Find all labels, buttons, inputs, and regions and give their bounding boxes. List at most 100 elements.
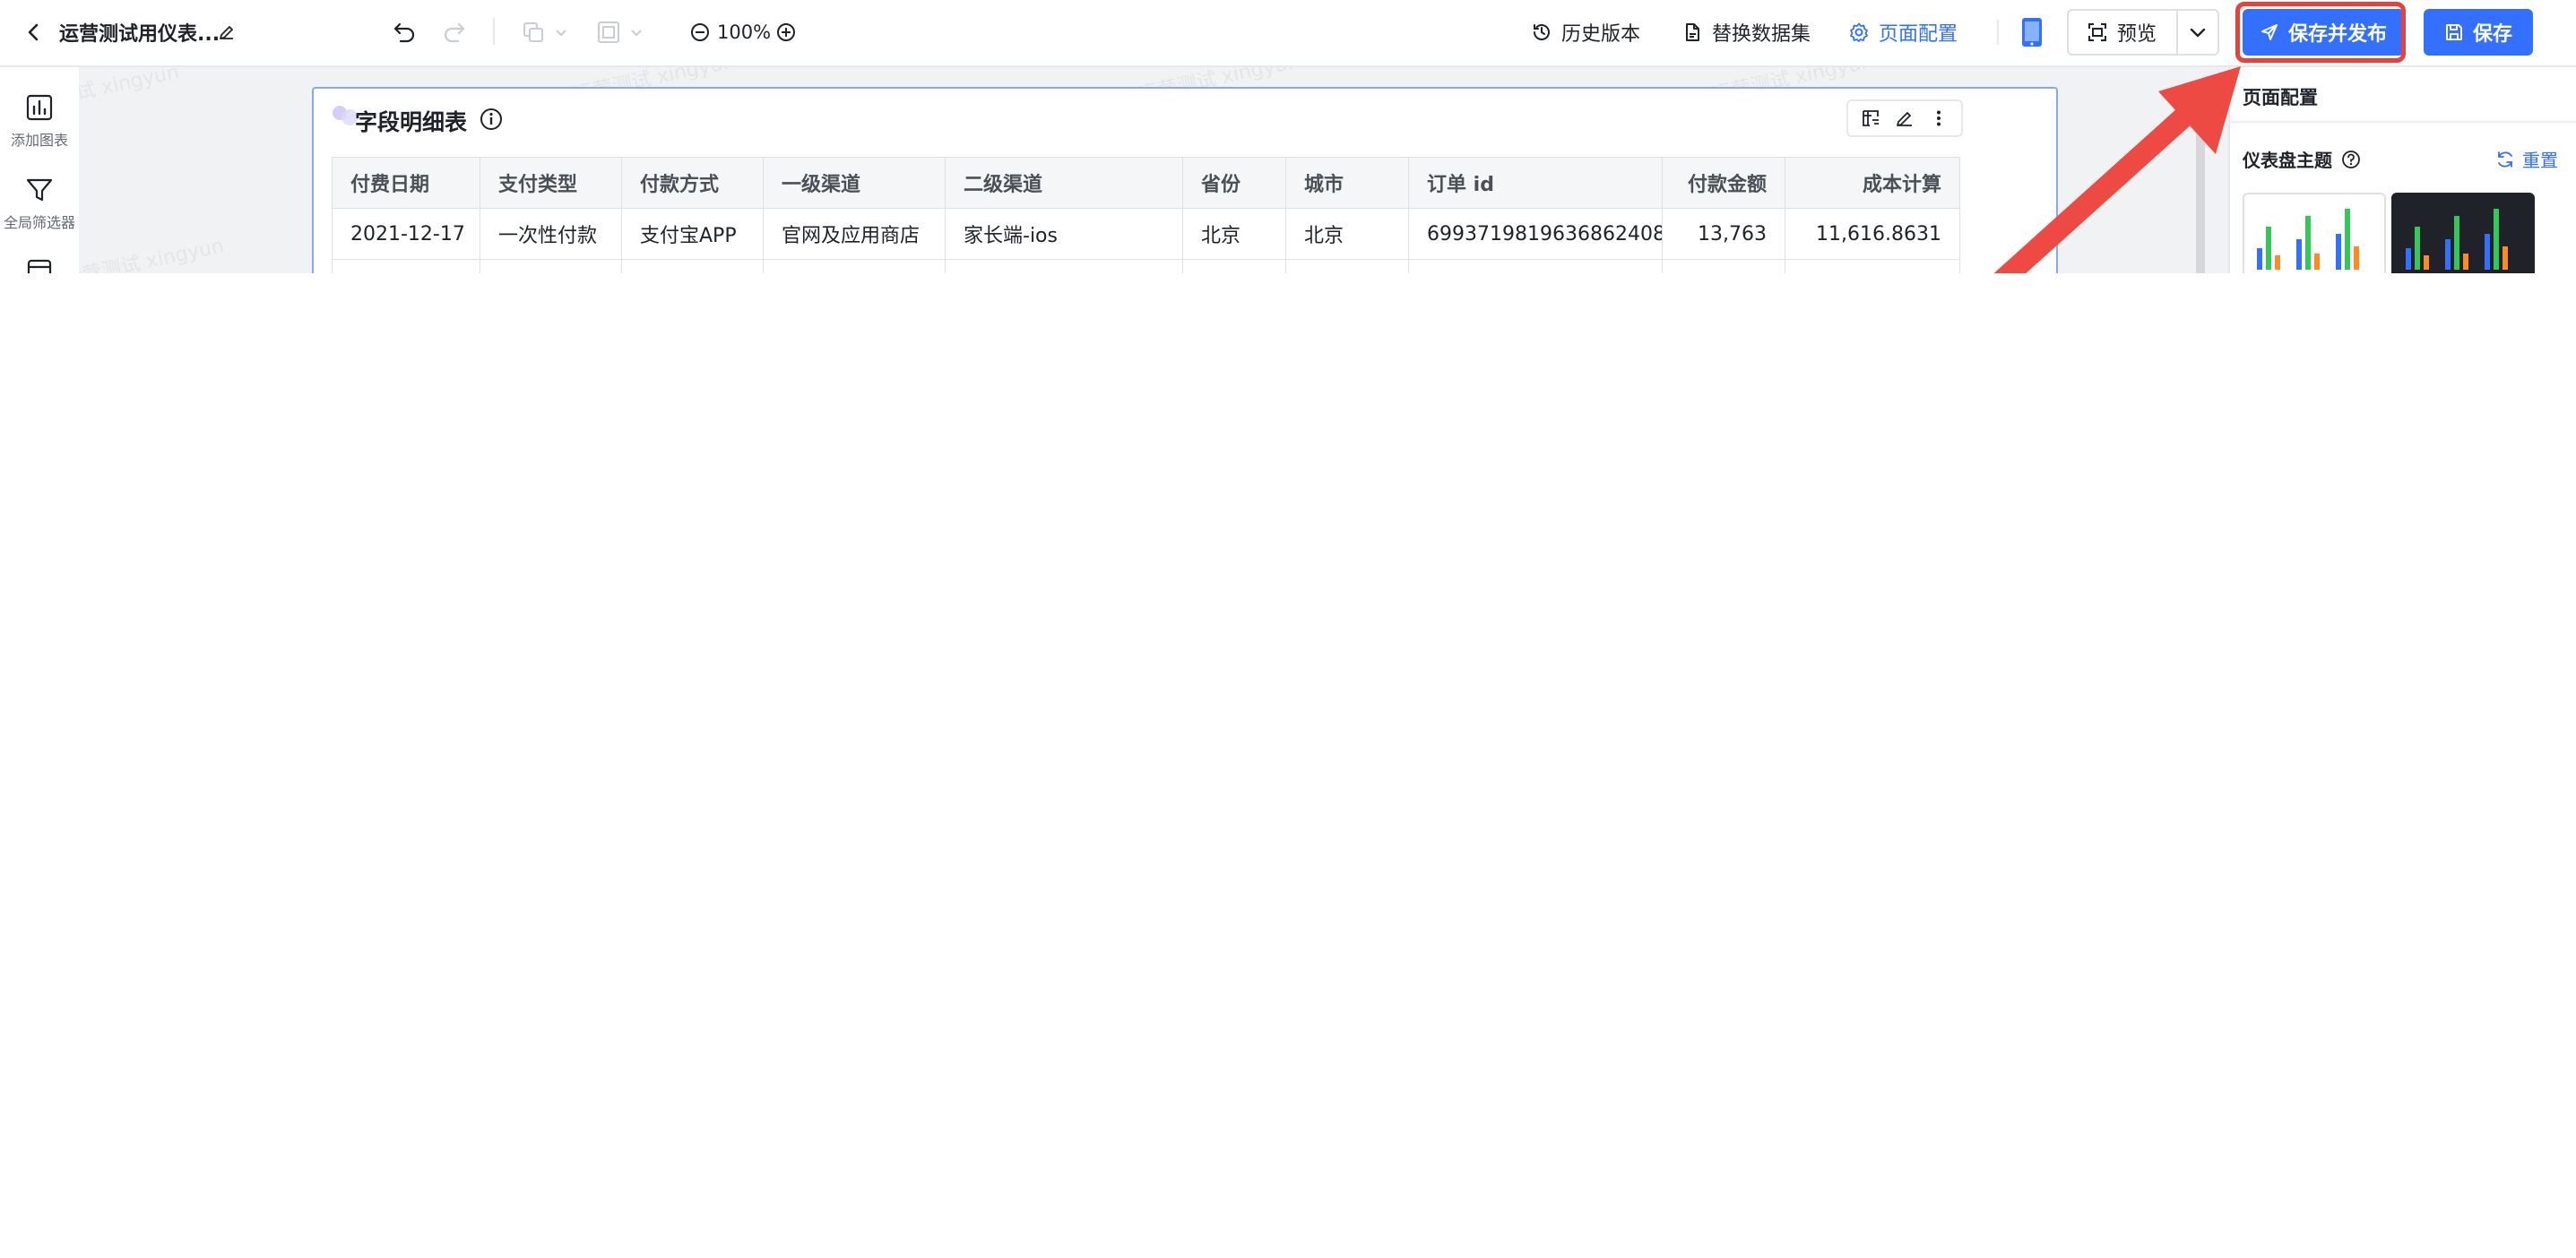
preview-button[interactable]: 预览 <box>2069 11 2176 54</box>
table-cell <box>1285 259 1409 273</box>
widget-more-button[interactable] <box>1924 104 1953 133</box>
column-header[interactable]: 省份 <box>1182 157 1286 209</box>
info-icon[interactable] <box>479 107 504 132</box>
page-config-label: 页面配置 <box>1879 23 1958 46</box>
chevron-down-icon <box>2190 28 2206 38</box>
sidebar-item-label: 全局筛选器 <box>3 214 75 231</box>
top-toolbar: 运营测试用仪表... 100% 历史版本 替换数据集 页面配置 预览 保存并发布… <box>0 0 2576 67</box>
column-header[interactable]: 一级渠道 <box>763 157 946 209</box>
undo-button[interactable] <box>387 16 421 48</box>
watermark: 运营测试 xingyun <box>79 235 227 273</box>
copy-icon <box>523 22 543 42</box>
save-disk-icon <box>2445 24 2462 40</box>
replace-dataset-label: 替换数据集 <box>1712 23 1811 46</box>
preview-more-button[interactable] <box>2178 11 2217 54</box>
table-settings-icon <box>1863 110 1879 126</box>
table-cell: 北京 <box>1285 208 1409 260</box>
detail-table-widget[interactable]: 字段明细表 付费日期 支付类型 付款方式 一级渠道 二级渠道 省份 城市 订单 … <box>312 87 2058 273</box>
history-label: 历史版本 <box>1561 23 1641 46</box>
copy-dropdown[interactable] <box>520 16 579 48</box>
page-config-button[interactable]: 页面配置 <box>1848 16 1958 48</box>
layout-dropdown[interactable] <box>595 16 654 48</box>
chevron-down-icon <box>556 30 566 37</box>
page-config-panel: 页面配置 仪表盘主题 重置 <box>2228 67 2576 273</box>
table-cell <box>332 259 480 273</box>
column-header[interactable]: 付费日期 <box>332 157 480 209</box>
sidebar-item-add-chart[interactable]: 添加图表 <box>0 92 79 150</box>
detail-table: 付费日期 支付类型 付款方式 一级渠道 二级渠道 省份 城市 订单 id 付款金… <box>332 157 1960 273</box>
toolbar-divider <box>493 18 495 45</box>
history-version-button[interactable]: 历史版本 <box>1531 16 1640 48</box>
canvas-scrollbar[interactable] <box>2196 121 2205 273</box>
history-icon <box>1534 24 1550 40</box>
table-row: 2021-12-17 一次性付款 支付宝APP 官网及应用商店 家长端-ios … <box>332 208 1960 260</box>
zoom-in-button[interactable] <box>773 18 800 47</box>
layout-icon <box>598 22 619 43</box>
column-header[interactable]: 付款金额 <box>1662 157 1785 209</box>
edit-widget-button[interactable] <box>1890 104 1919 133</box>
chevron-left-icon <box>28 23 39 41</box>
table-cell: 官网及应用商店 <box>763 208 946 260</box>
column-header[interactable]: 订单 id <box>1408 157 1663 209</box>
gear-icon <box>1850 22 1868 42</box>
table-cell <box>1408 259 1663 273</box>
table-cell <box>480 259 622 273</box>
file-icon <box>1686 23 1699 41</box>
column-header[interactable]: 付款方式 <box>621 157 764 209</box>
widget-title: 字段明细表 <box>355 109 468 135</box>
table-cell: 北京 <box>1182 208 1286 260</box>
table-cell <box>621 259 764 273</box>
left-sidebar: 添加图表 全局筛选器 <box>0 67 79 286</box>
table-cell: 支付宝APP <box>621 208 764 260</box>
theme-label-text: 仪表盘主题 <box>2243 150 2332 171</box>
column-header[interactable]: 成本计算 <box>1785 157 1960 209</box>
table-cell <box>945 259 1183 273</box>
table-cell <box>1662 259 1785 273</box>
theme-option-light[interactable] <box>2243 193 2386 273</box>
table-cell: 6993719819636862408 <box>1408 208 1663 260</box>
reset-label: 重置 <box>2522 150 2558 171</box>
table-row <box>332 259 1960 273</box>
replace-dataset-button[interactable]: 替换数据集 <box>1681 16 1811 48</box>
table-cell <box>763 259 946 273</box>
dashboard-title: 运营测试用仪表... <box>59 23 220 46</box>
table-cell: 家长端-ios <box>945 208 1183 260</box>
refresh-icon <box>2498 151 2512 168</box>
panel-title: 页面配置 <box>2243 87 2318 108</box>
pencil-icon <box>220 26 233 39</box>
filter-icon <box>26 178 53 202</box>
back-button[interactable] <box>18 16 50 48</box>
plus-circle-icon <box>777 23 795 41</box>
edit-title-button[interactable] <box>213 18 240 47</box>
mobile-phone-icon <box>2022 18 2042 47</box>
table-cell: 13,763 <box>1662 208 1785 260</box>
zoom-out-button[interactable] <box>687 18 713 47</box>
column-header[interactable]: 支付类型 <box>480 157 622 209</box>
table-cell: 2021-12-17 <box>332 208 480 260</box>
theme-preview-light-icon <box>2257 209 2359 270</box>
sidebar-item-global-filter[interactable]: 全局筛选器 <box>0 175 79 232</box>
table-cell: 11,616.8631 <box>1785 208 1960 260</box>
pencil-icon <box>1897 112 1912 126</box>
redo-button[interactable] <box>437 16 471 48</box>
minus-circle-icon <box>691 23 709 41</box>
column-header[interactable]: 城市 <box>1285 157 1409 209</box>
highlight-box <box>2235 2 2406 63</box>
zoom-level: 100% <box>717 22 772 43</box>
column-settings-button[interactable] <box>1856 104 1885 133</box>
chevron-down-icon <box>631 30 642 37</box>
table-cell <box>1785 259 1960 273</box>
column-header[interactable]: 二级渠道 <box>945 157 1183 209</box>
undo-icon <box>393 22 415 43</box>
theme-option-dark[interactable] <box>2391 193 2535 273</box>
watermark: 运营测试 xingyun <box>79 67 182 117</box>
table-header-row: 付费日期 支付类型 付款方式 一级渠道 二级渠道 省份 城市 订单 id 付款金… <box>332 157 1960 209</box>
more-vertical-icon <box>1937 110 1941 126</box>
save-button[interactable]: 保存 <box>2424 9 2533 56</box>
mobile-view-button[interactable] <box>2017 14 2047 50</box>
bar-chart-icon <box>26 94 53 121</box>
reset-theme-button[interactable]: 重置 <box>2495 146 2558 172</box>
table-cell: 一次性付款 <box>480 208 622 260</box>
help-icon[interactable] <box>2341 150 2361 169</box>
preview-label: 预览 <box>2117 23 2157 46</box>
